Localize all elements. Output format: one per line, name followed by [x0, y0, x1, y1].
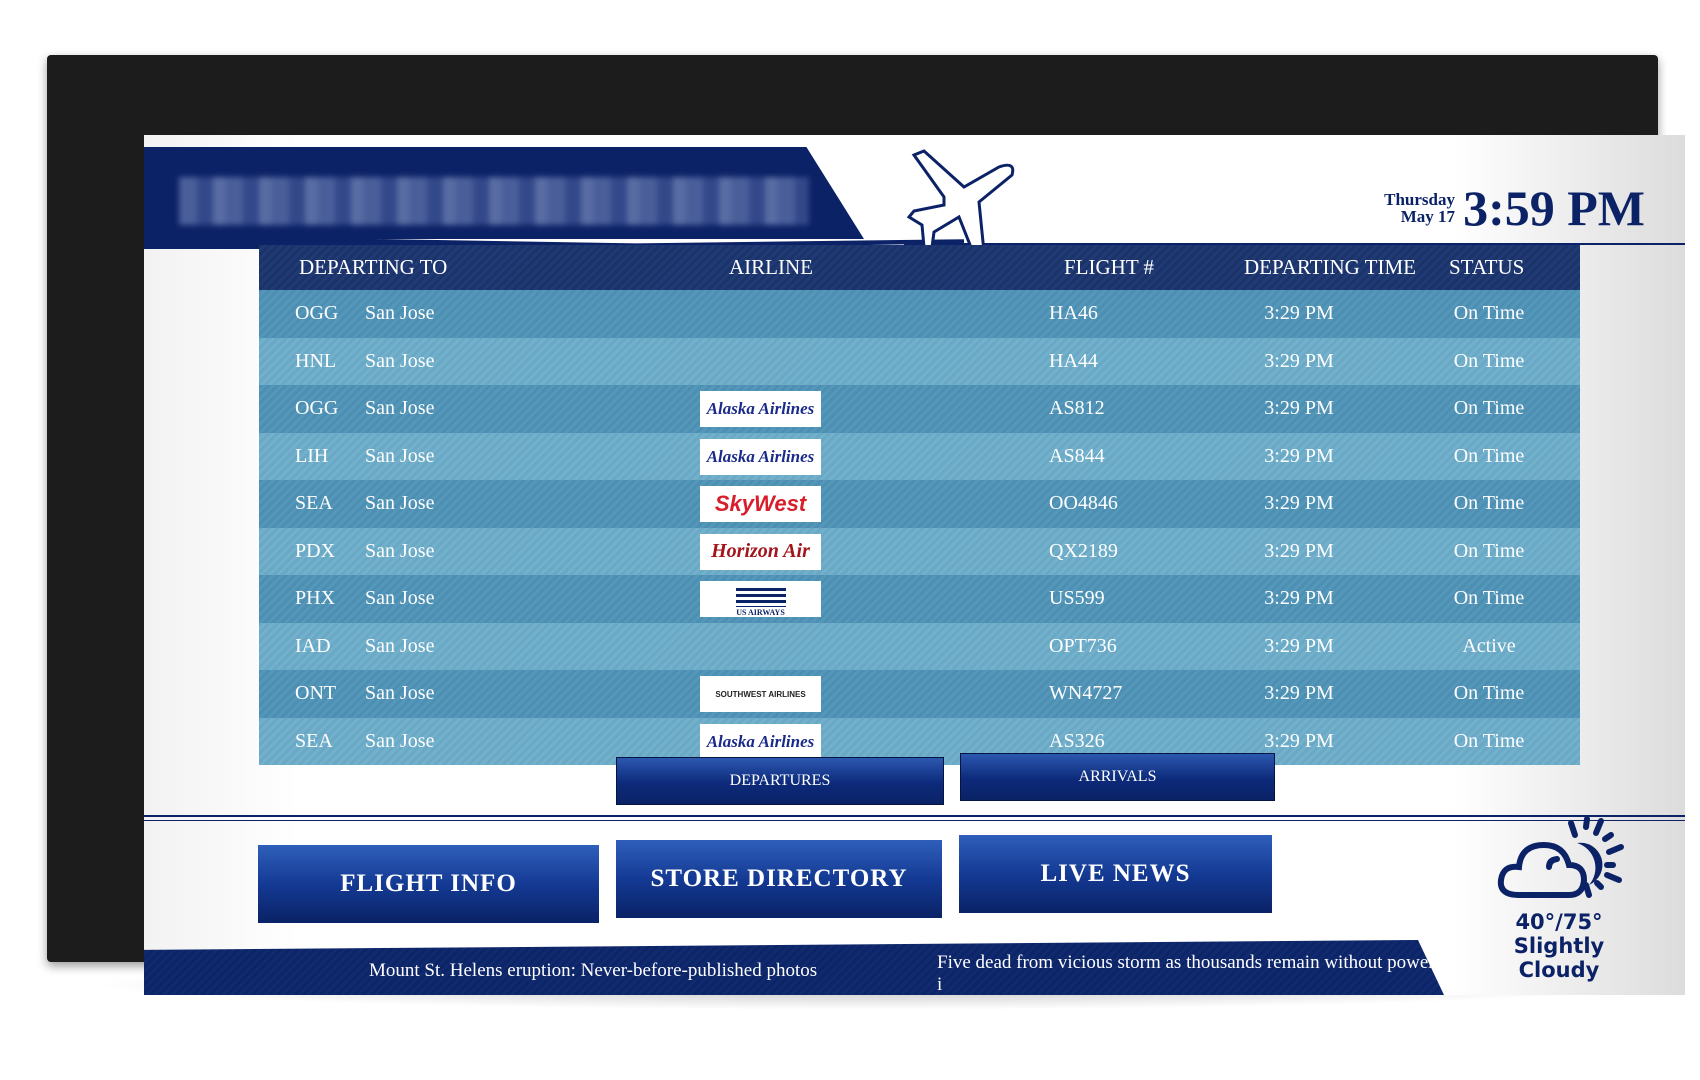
destination-city: San Jose — [365, 492, 435, 514]
airport-banner — [144, 147, 864, 239]
date-display: Thursday May 17 — [1384, 191, 1455, 225]
airline-logo: US AIRWAYS — [700, 581, 821, 617]
flight-status: On Time — [1453, 682, 1525, 704]
flight-status: On Time — [1453, 302, 1525, 324]
flight-status: On Time — [1453, 492, 1525, 514]
flight-number: US599 — [1049, 587, 1105, 609]
destination-code: ONT — [295, 682, 337, 704]
flight-number: AS326 — [1049, 729, 1105, 752]
flight-status: On Time — [1453, 729, 1525, 752]
destination-code: HNL — [295, 349, 337, 372]
table-row: PDX San Jose Horizon Air QX2189 3:29 PM … — [259, 527, 1580, 575]
destination-code: OGG — [295, 397, 339, 419]
display-bezel: Thursday May 17 3:59 PM DEPARTING TO AIR… — [47, 55, 1685, 995]
table-row: OGG San Jose Alaska Airlines AS812 3:29 … — [259, 385, 1580, 433]
clock: 3:59 PM — [1463, 180, 1645, 236]
col-departing-to: DEPARTING TO — [299, 255, 448, 279]
screen: Thursday May 17 3:59 PM DEPARTING TO AIR… — [144, 135, 1685, 995]
airline-logo: Alaska Airlines — [700, 438, 821, 475]
date-label: May 17 — [1400, 207, 1455, 226]
temperature: 40°/75° — [1515, 910, 1603, 934]
table-row: IAD San Jose OPT736 3:29 PM Active — [259, 622, 1580, 670]
destination-code: PHX — [295, 587, 336, 609]
table-row: ONT San Jose SOUTHWEST AIRLINES WN4727 3… — [259, 670, 1580, 718]
flight-status: Active — [1462, 634, 1516, 657]
divider — [144, 815, 1685, 821]
flight-status: On Time — [1453, 349, 1525, 372]
table-row: HNL San Jose HA44 3:29 PM On Time — [259, 337, 1580, 385]
departure-time: 3:29 PM — [1264, 444, 1334, 467]
destination-code: SEA — [295, 729, 333, 752]
destination-city: San Jose — [365, 397, 435, 419]
col-status: STATUS — [1449, 255, 1525, 279]
destination-city: San Jose — [365, 444, 435, 467]
departure-time: 3:29 PM — [1264, 492, 1334, 514]
airline-logo: Alaska Airlines — [700, 723, 821, 760]
flight-number: AS812 — [1049, 397, 1105, 419]
table-row: LIH San Jose Alaska Airlines AS844 3:29 … — [259, 432, 1580, 480]
destination-code: SEA — [295, 492, 333, 514]
departure-time: 3:29 PM — [1264, 587, 1334, 609]
col-flight: FLIGHT # — [1064, 255, 1155, 279]
destination-code: IAD — [295, 634, 331, 657]
flight-number: AS844 — [1049, 444, 1105, 467]
destination-city: San Jose — [365, 729, 435, 752]
flight-status: On Time — [1453, 444, 1525, 467]
day-label: Thursday — [1384, 190, 1455, 209]
flight-number: OPT736 — [1049, 634, 1117, 657]
destination-city: San Jose — [365, 302, 435, 324]
flight-status: On Time — [1453, 539, 1525, 562]
tab-arrivals[interactable]: ARRIVALS — [960, 753, 1275, 801]
tab-departures[interactable]: DEPARTURES — [616, 757, 944, 805]
flight-status: On Time — [1453, 397, 1525, 419]
table-header: DEPARTING TO AIRLINE FLIGHT # DEPARTING … — [259, 245, 1580, 290]
col-departing-time: DEPARTING TIME — [1244, 255, 1416, 279]
departure-time: 3:29 PM — [1264, 349, 1334, 372]
table-row: PHX San Jose US AIRWAYS US599 3:29 PM On… — [259, 575, 1580, 623]
ticker-item: Mount St. Helens eruption: Never-before-… — [369, 960, 818, 981]
departure-time: 3:29 PM — [1264, 634, 1334, 657]
destination-city: San Jose — [365, 587, 435, 609]
weather-condition: Slightly Cloudy — [1513, 934, 1605, 982]
col-airline: AIRLINE — [729, 255, 813, 279]
departure-time: 3:29 PM — [1264, 682, 1334, 704]
airline-logo: Horizon Air — [700, 533, 821, 570]
departures-table: DEPARTING TO AIRLINE FLIGHT # DEPARTING … — [259, 245, 1580, 765]
destination-city: San Jose — [365, 349, 435, 372]
destination-city: San Jose — [365, 682, 435, 704]
airport-name-pixelated — [179, 177, 809, 225]
table-row: OGG San Jose HA46 3:29 PM On Time — [259, 290, 1580, 338]
airplane-icon — [906, 149, 1015, 257]
airline-logo: Alaska Airlines — [700, 391, 821, 427]
destination-code: LIH — [295, 444, 329, 467]
destination-city: San Jose — [365, 539, 435, 562]
weather-widget: 40°/75° Slightly Cloudy — [1474, 815, 1644, 982]
live-news-button[interactable]: LIVE NEWS — [959, 835, 1272, 913]
airline-logo: SkyWest — [700, 486, 821, 522]
departure-time: 3:29 PM — [1264, 539, 1334, 562]
store-directory-button[interactable]: STORE DIRECTORY — [616, 840, 942, 918]
departure-time: 3:29 PM — [1264, 729, 1334, 752]
flight-number: WN4727 — [1049, 682, 1123, 704]
destination-city: San Jose — [365, 634, 435, 657]
ticker-item: Five dead from vicious storm as thousand… — [937, 952, 1435, 995]
airline-logo: SOUTHWEST AIRLINES — [700, 676, 821, 712]
departure-time: 3:29 PM — [1264, 302, 1334, 324]
table-row: SEA San Jose SkyWest OO4846 3:29 PM On T… — [259, 480, 1580, 528]
news-ticker: Mount St. Helens eruption: Never-before-… — [144, 940, 1444, 995]
flight-status: On Time — [1453, 587, 1525, 609]
departure-time: 3:29 PM — [1264, 397, 1334, 419]
flight-number: OO4846 — [1049, 492, 1118, 514]
flight-number: QX2189 — [1049, 539, 1118, 562]
flight-number: HA44 — [1049, 349, 1098, 372]
flight-number: HA46 — [1049, 302, 1098, 324]
destination-code: PDX — [295, 539, 336, 562]
flight-info-button[interactable]: FLIGHT INFO — [258, 845, 599, 923]
partly-cloudy-icon — [1497, 816, 1624, 898]
destination-code: OGG — [295, 302, 339, 324]
